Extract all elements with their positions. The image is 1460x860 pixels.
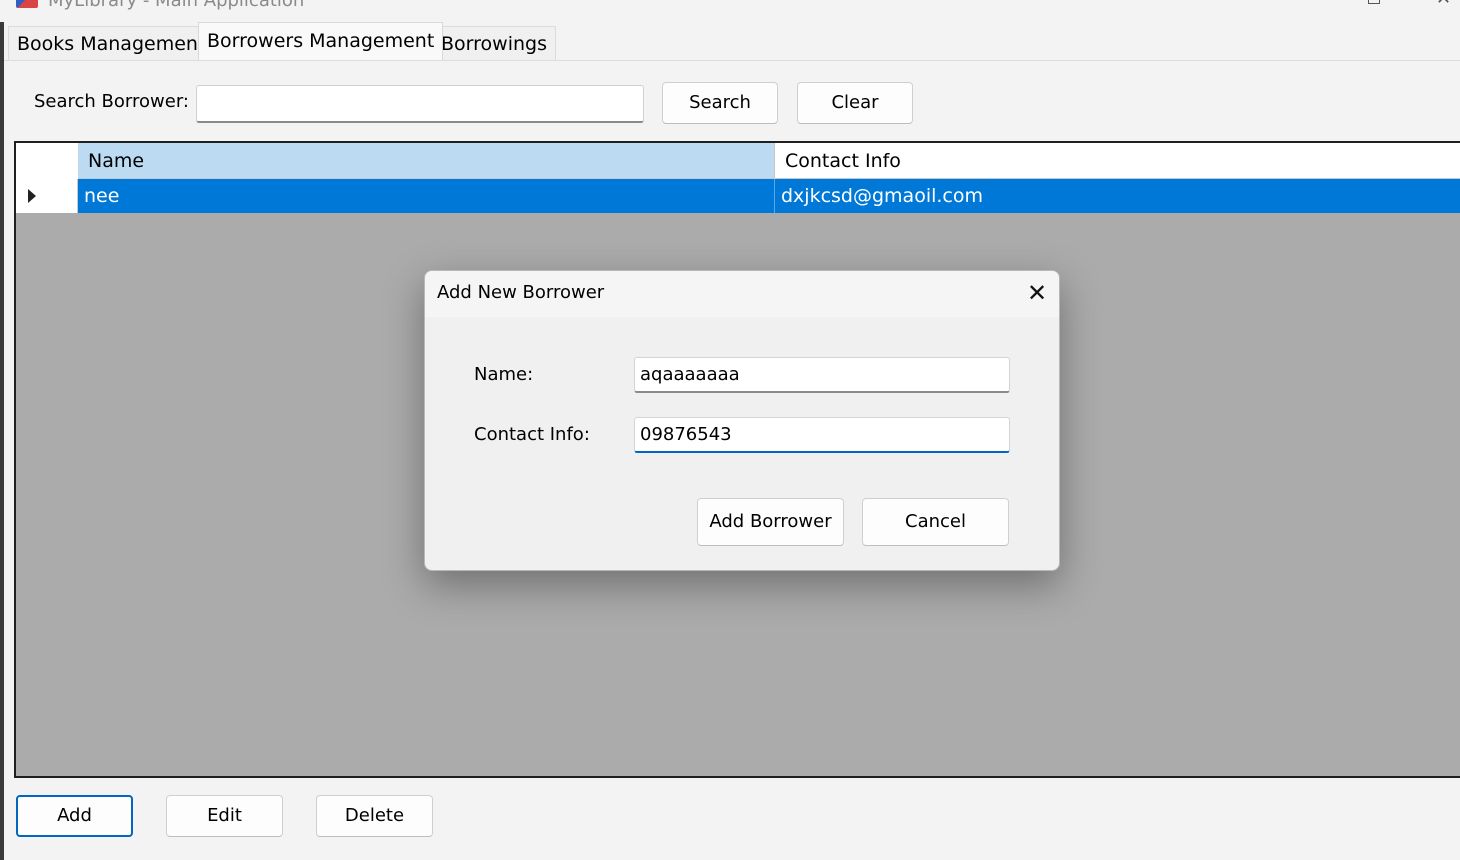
- tab-books-management[interactable]: Books Management: [8, 26, 215, 60]
- window-title: MyLibrary - Main Application: [48, 0, 305, 11]
- cell-name[interactable]: nee: [78, 179, 775, 213]
- title-bar: MyLibrary - Main Application ✕: [0, 0, 1460, 22]
- column-header-name[interactable]: Name: [78, 143, 775, 179]
- clear-button[interactable]: Clear: [797, 82, 913, 124]
- name-label: Name:: [474, 364, 534, 385]
- dialog-title: Add New Borrower: [437, 282, 605, 303]
- current-row-arrow-icon: [28, 189, 36, 203]
- search-button[interactable]: Search: [662, 82, 778, 124]
- search-borrower-input[interactable]: [196, 85, 644, 123]
- add-borrower-button[interactable]: Add Borrower: [697, 498, 844, 546]
- app-icon: [16, 0, 38, 8]
- tab-strip: Books Management Borrowers Management Bo…: [4, 22, 1460, 61]
- delete-button[interactable]: Delete: [316, 795, 433, 837]
- contact-info-field[interactable]: [634, 417, 1010, 453]
- grid-corner-header[interactable]: [16, 143, 79, 180]
- edit-button[interactable]: Edit: [166, 795, 283, 837]
- add-borrower-dialog: Add New Borrower ✕ Name: Contact Info: A…: [424, 270, 1060, 571]
- window-close-icon[interactable]: ✕: [1436, 0, 1451, 8]
- search-borrower-label: Search Borrower:: [34, 91, 189, 112]
- tab-borrowings[interactable]: Borrowings: [432, 26, 556, 60]
- cancel-button[interactable]: Cancel: [862, 498, 1009, 546]
- close-icon[interactable]: ✕: [1021, 277, 1053, 309]
- window-edge: [0, 22, 4, 860]
- main-window: MyLibrary - Main Application ✕ Books Man…: [0, 0, 1460, 860]
- row-header[interactable]: [16, 179, 78, 213]
- tab-borrowers-management[interactable]: Borrowers Management: [198, 22, 444, 60]
- column-header-contact-info[interactable]: Contact Info: [775, 143, 1460, 179]
- name-field[interactable]: [634, 357, 1010, 393]
- dialog-title-bar: Add New Borrower ✕: [425, 271, 1059, 317]
- maximize-icon[interactable]: [1368, 0, 1380, 4]
- add-button[interactable]: Add: [16, 795, 133, 837]
- contact-info-label: Contact Info:: [474, 424, 590, 445]
- cell-contact-info[interactable]: dxjkcsd@gmaoil.com: [775, 179, 1460, 213]
